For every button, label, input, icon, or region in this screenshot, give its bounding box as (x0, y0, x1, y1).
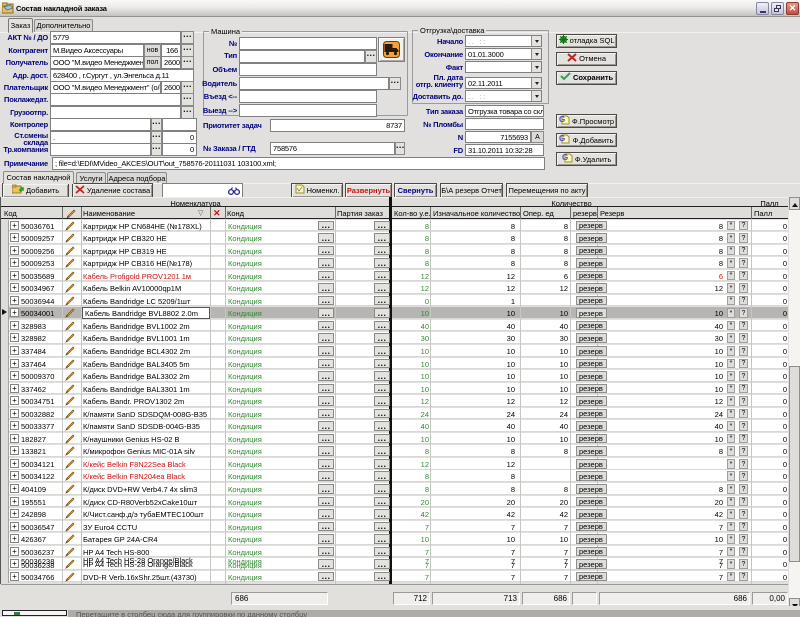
svg-text:G: G (559, 134, 565, 143)
svg-text:G: G (559, 115, 565, 124)
svg-text:G: G (562, 153, 568, 162)
